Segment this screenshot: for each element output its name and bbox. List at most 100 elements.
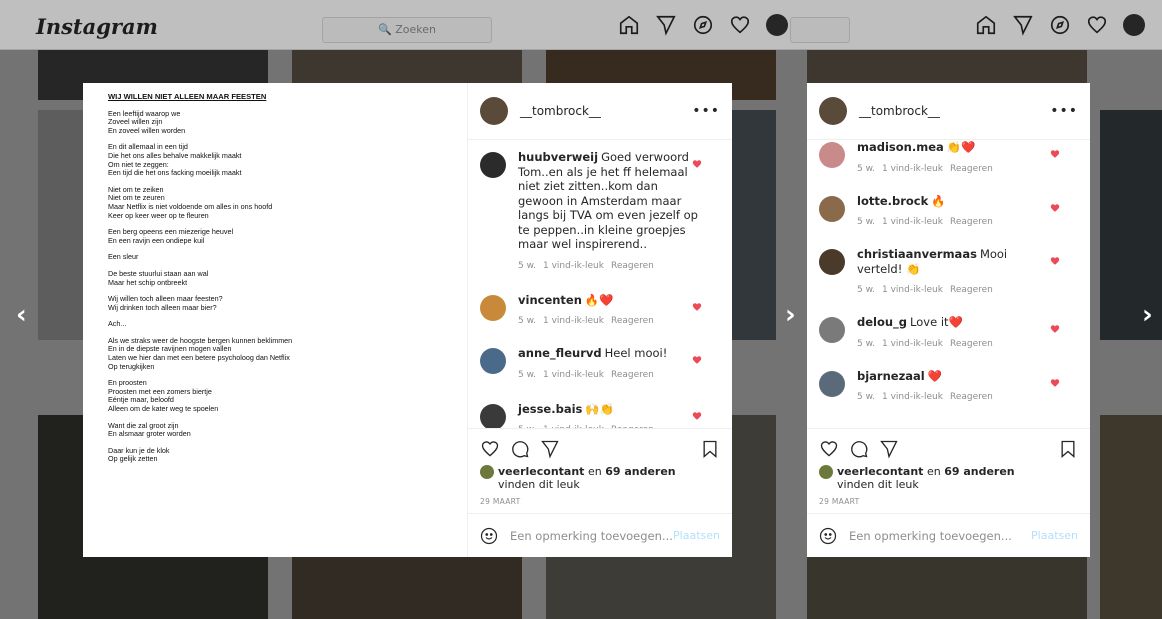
commenter-avatar[interactable] — [819, 195, 845, 222]
more-options-icon[interactable]: ••• — [1050, 103, 1078, 119]
comment-body: delou_g Love it❤️ 5 w. 1 vind-ik-leuk Reager… — [857, 315, 1078, 349]
previous-post-arrow-icon[interactable]: ‹ — [16, 300, 27, 330]
comment-like-count[interactable]: 1 vind-ik-leuk — [882, 164, 943, 174]
comment-heart-icon[interactable] — [1050, 251, 1060, 265]
comment-message: Heel mooi! — [604, 346, 668, 360]
comment-time: 5 w. — [857, 163, 875, 174]
document-body: Een leeftijd waarop we Zoveel willen zijn… — [108, 109, 455, 464]
comment-heart-icon[interactable] — [1050, 198, 1060, 212]
comment-heart-icon[interactable] — [1050, 319, 1060, 333]
comment-like-count[interactable]: 1 vind-ik-leuk — [882, 285, 943, 295]
comment-input[interactable]: Een opmerking toevoegen... — [510, 529, 673, 543]
liker-avatar[interactable] — [480, 465, 494, 479]
commenter-avatar[interactable] — [480, 152, 506, 178]
add-comment-bar: Een opmerking toevoegen... Plaatsen — [807, 513, 1090, 557]
comment-username[interactable]: vincenten — [518, 293, 582, 307]
share-icon[interactable] — [540, 439, 560, 459]
commenter-avatar[interactable] — [819, 317, 845, 343]
commenter-avatar[interactable] — [480, 348, 506, 374]
liked-by-user[interactable]: veerlecontant — [498, 465, 584, 478]
comment-meta: 5 w. 1 vind-ik-leuk Reageren — [518, 425, 698, 428]
document-stanza: Wij willen toch alleen maar feesten? Wij … — [108, 294, 455, 312]
liked-others-link[interactable]: 69 anderen — [944, 465, 1014, 478]
post-image-document[interactable]: WIJ WILLEN NIET ALLEEN MAAR FEESTEN Een … — [83, 83, 468, 557]
comment-message: 🔥 — [931, 193, 946, 208]
comment-username[interactable]: lotte.brock — [857, 194, 928, 208]
document-stanza: Een berg opeens een miezerige heuvel En e… — [108, 228, 455, 245]
reply-button[interactable]: Reageren — [950, 285, 993, 295]
comment-item: delou_g Love it❤️ 5 w. 1 vind-ik-leuk Reager… — [819, 315, 1078, 349]
comment-username[interactable]: bjarnezaal — [857, 369, 925, 383]
heart-icon[interactable] — [480, 439, 500, 459]
comment-username[interactable]: anne_fleurvd — [518, 346, 602, 360]
author-avatar[interactable] — [480, 97, 508, 125]
comment-heart-icon[interactable] — [692, 297, 702, 311]
comment-like-count[interactable]: 1 vind-ik-leuk — [882, 339, 943, 349]
comment-heart-icon[interactable] — [1050, 144, 1060, 158]
reply-button[interactable]: Reageren — [950, 339, 993, 349]
comment-time: 5 w. — [518, 316, 536, 326]
comment-like-count[interactable]: 1 vind-ik-leuk — [543, 261, 604, 271]
comment-username[interactable]: christiaanvermaas — [857, 247, 977, 261]
author-username[interactable]: __tombrock__ — [520, 104, 601, 118]
reply-button[interactable]: Reageren — [611, 425, 654, 428]
comment-body: lotte.brock 🔥 5 w. 1 vind-ik-leuk Reageren — [857, 194, 1078, 228]
commenter-avatar[interactable] — [480, 403, 506, 428]
liked-others-link[interactable]: 69 anderen — [605, 465, 675, 478]
document-stanza: Daar kun je de klok Op gelijk zetten — [108, 446, 455, 464]
comment-icon[interactable] — [510, 439, 530, 459]
document-stanza: Een sleur — [108, 253, 455, 262]
author-username[interactable]: __tombrock__ — [859, 104, 940, 118]
comment-heart-icon[interactable] — [692, 350, 702, 364]
commenter-avatar[interactable] — [819, 370, 845, 397]
comment-username[interactable]: huubverweij — [518, 150, 598, 164]
document-line: En zoveel willen worden — [108, 125, 186, 135]
comment-input[interactable]: Een opmerking toevoegen... — [849, 529, 1031, 543]
commenter-avatar[interactable] — [819, 142, 845, 168]
comment-like-count[interactable]: 1 vind-ik-leuk — [543, 316, 604, 326]
liker-avatar[interactable] — [819, 465, 833, 479]
reply-button[interactable]: Reageren — [611, 261, 654, 271]
share-icon[interactable] — [879, 439, 899, 459]
post-date: 29 MAART — [819, 497, 860, 506]
comment-heart-icon[interactable] — [1050, 373, 1060, 387]
more-options-icon[interactable]: ••• — [692, 103, 720, 119]
comments-list[interactable]: huubverweij Goed verwoord Tom..en als je … — [468, 140, 732, 428]
reply-button[interactable]: Reageren — [950, 392, 993, 402]
commenter-avatar[interactable] — [819, 249, 845, 275]
comment-heart-icon[interactable] — [692, 154, 702, 168]
bookmark-icon[interactable] — [1058, 439, 1078, 459]
emoji-icon[interactable] — [819, 527, 837, 545]
liked-by-user[interactable]: veerlecontant — [837, 465, 923, 478]
comment-like-count[interactable]: 1 vind-ik-leuk — [882, 217, 943, 227]
reply-button[interactable]: Reageren — [611, 316, 654, 326]
comments-list[interactable]: madison.mea 👏❤️ 5 w. 1 vind-ik-leuk Reageren… — [807, 140, 1090, 428]
post-comment-button[interactable]: Plaatsen — [1031, 529, 1078, 542]
comment-like-count[interactable]: 1 vind-ik-leuk — [543, 425, 604, 428]
post-comment-button[interactable]: Plaatsen — [673, 529, 720, 542]
comment-body: christiaanvermaas Mooi verteld! 👏 5 w. 1 vi… — [857, 247, 1078, 295]
emoji-icon[interactable] — [480, 527, 498, 545]
comment-item: vincenten 🔥❤️ 5 w. 1 vind-ik-leuk Reageren — [480, 293, 720, 326]
reply-button[interactable]: Reageren — [950, 164, 993, 174]
reply-button[interactable]: Reageren — [611, 370, 654, 380]
author-avatar[interactable] — [819, 97, 847, 125]
next-post-arrow-icon[interactable]: › — [1142, 300, 1153, 330]
bookmark-icon[interactable] — [700, 439, 720, 459]
comment-username[interactable]: madison.mea — [857, 140, 944, 154]
comment-time: 5 w. — [857, 392, 875, 402]
comment-username[interactable]: delou_g — [857, 315, 907, 329]
post-header: __tombrock__ ••• — [468, 83, 732, 140]
comment-like-count[interactable]: 1 vind-ik-leuk — [882, 392, 943, 402]
commenter-avatar[interactable] — [480, 294, 506, 321]
comment-time: 5 w. — [857, 285, 875, 295]
comment-heart-icon[interactable] — [692, 406, 702, 420]
next-post-arrow-icon[interactable]: › — [785, 300, 796, 330]
next-post-modal: __tombrock__ ••• madison.mea 👏❤️ 5 w. 1 vin… — [807, 83, 1090, 557]
comment-like-count[interactable]: 1 vind-ik-leuk — [543, 370, 604, 380]
comment-icon[interactable] — [849, 439, 869, 459]
comment-text: vincenten 🔥❤️ — [518, 293, 698, 308]
comment-username[interactable]: jesse.bais — [518, 402, 582, 416]
reply-button[interactable]: Reageren — [950, 217, 993, 227]
heart-icon[interactable] — [819, 439, 839, 459]
